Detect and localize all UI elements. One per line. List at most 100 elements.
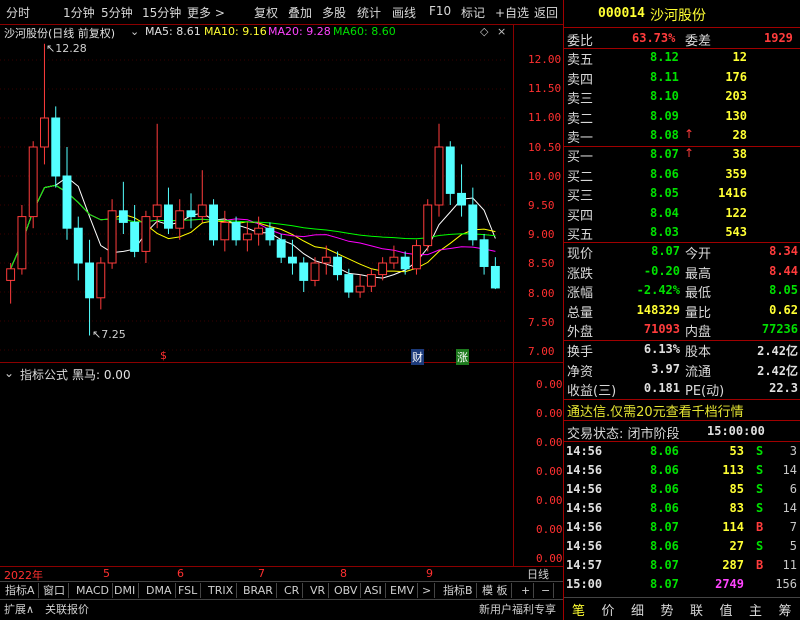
tick-time: 14:56 [566,482,603,496]
btn-multi-stock[interactable]: 多股 [322,4,346,21]
indicator-tick: 0.00 [536,378,563,391]
tab-fenshi[interactable]: 分时 [6,4,30,21]
bid-price: 8.04 [650,205,679,220]
tick-side: S [756,463,764,477]
ask-volume: 28 [732,128,747,142]
quote-label: 量比 [685,305,712,321]
finance-marker[interactable]: 财 [411,349,424,365]
quote-value: 71093 [643,322,680,336]
weibi-label: 委比 [567,34,594,49]
quote-value: -2.42% [636,283,680,297]
bid-volume: 543 [725,225,747,239]
tick-row: 14:56 8.06 113 S 14 [564,462,800,480]
btn-add-watch[interactable]: +自选 [495,4,529,21]
panel-tab[interactable]: 筹 [779,600,792,619]
btn-draw[interactable]: 画线 [392,4,416,21]
ma60-line [10,184,496,269]
indicator-tab[interactable]: − [538,583,555,598]
indicator-tab[interactable]: EMV [387,583,418,598]
indicator-dropdown-icon[interactable]: ⌄ [4,366,14,380]
quote-value: 77236 [761,322,798,336]
tick-volume: 83 [729,501,744,515]
panel-tab[interactable]: 值 [720,600,733,619]
ask-price: 8.11 [650,69,679,84]
candle-body [400,256,410,270]
indicator-tab[interactable]: 指标A [2,583,39,598]
tick-volume: 85 [729,482,744,496]
btn-overlay[interactable]: 叠加 [288,4,312,21]
tick-side: B [756,558,764,572]
btn-back[interactable]: 返回 [534,4,558,21]
low-annotation: ↖7.25 [92,328,126,341]
indicator-tab[interactable]: + [518,583,535,598]
indicator-tab[interactable]: > [419,583,436,598]
indicator-tab[interactable]: 模 板 [479,583,512,598]
tick-row: 14:56 8.07 114 B 7 [564,519,800,537]
tab-1min[interactable]: 1分钟 [63,4,95,21]
indicator-tab[interactable]: OBV [331,583,362,598]
btn-mark[interactable]: 标记 [461,4,485,21]
panel-tab[interactable]: 价 [602,600,615,619]
tab-5min[interactable]: 5分钟 [101,4,133,21]
candle-body [51,117,61,177]
tick-volume: 27 [729,539,744,553]
tab-more[interactable]: 更多 > [187,4,225,21]
fundamental-label: PE(动) [685,384,725,399]
panel-tab[interactable]: 细 [631,600,644,619]
btn-fuquan[interactable]: 复权 [254,4,278,21]
panel-tab[interactable]: 势 [661,600,674,619]
candle-body [231,221,241,241]
indicator-tab[interactable]: FSL [175,583,202,598]
tab-15min[interactable]: 15分钟 [142,4,181,21]
price-tick: 12.00 [528,53,562,66]
panel-tab[interactable]: 联 [690,600,703,619]
tick-count: 5 [789,539,797,553]
candle-body [96,262,106,299]
tick-side: S [756,444,764,458]
indicator-value: 黑马: 0.00 [72,368,131,382]
indicator-tab[interactable]: DMI [111,583,140,598]
candle-body [288,256,297,264]
candle-body [389,256,399,264]
bid-arrow-icon: ↑ [684,146,695,160]
indicator-tab[interactable]: BRAR [240,583,277,598]
price-tick: 9.50 [528,199,555,212]
expand-button[interactable]: 扩展∧ [4,601,34,617]
quote-value: 8.34 [769,244,798,258]
candle-body [254,227,264,235]
indicator-tab[interactable]: 日线 [524,567,552,582]
indicator-tab[interactable]: MACD [73,583,113,598]
price-tick: 10.50 [528,140,562,154]
indicator-tab[interactable]: 指标B [440,583,477,598]
indicator-tab[interactable]: ASI [361,583,386,598]
tick-volume: 287 [722,558,744,572]
promo-line[interactable]: 通达信.仅需20元查看千档行情 [567,401,744,420]
tick-count: 3 [789,444,797,458]
indicator-tab[interactable]: 窗口 [40,583,69,598]
candle-body [242,233,252,241]
btn-stats[interactable]: 统计 [357,4,381,21]
ask-volume: 12 [732,50,747,64]
panel-tab[interactable]: 笔 [572,600,585,619]
tick-side: S [756,501,764,515]
indicator-tab[interactable]: TRIX [205,583,238,598]
tick-price: 8.06 [650,501,679,515]
btn-f10[interactable]: F10 [429,4,451,18]
dividend-marker[interactable]: $ [160,349,167,362]
candle-body [321,256,331,264]
related-quote-button[interactable]: 关联报价 [45,601,89,617]
limit-up-marker[interactable]: 涨 [456,349,469,365]
ma10-line [10,184,496,273]
new-user-promo-link[interactable]: 新用户福利专享 [479,601,556,617]
candle-body [130,221,140,252]
date-sep: 9 [426,567,433,580]
tick-time: 14:56 [566,444,603,458]
indicator-tab[interactable]: VR [307,583,330,598]
indicator-tab[interactable]: DMA [143,583,176,598]
panel-tab[interactable]: 主 [749,600,762,619]
indicator-tab[interactable]: CR [281,583,304,598]
tick-price: 8.06 [650,444,679,458]
tick-volume: 113 [722,463,744,477]
tick-row: 14:57 8.07 287 B 11 [564,557,800,575]
fundamental-value: 3.97 [651,361,680,376]
